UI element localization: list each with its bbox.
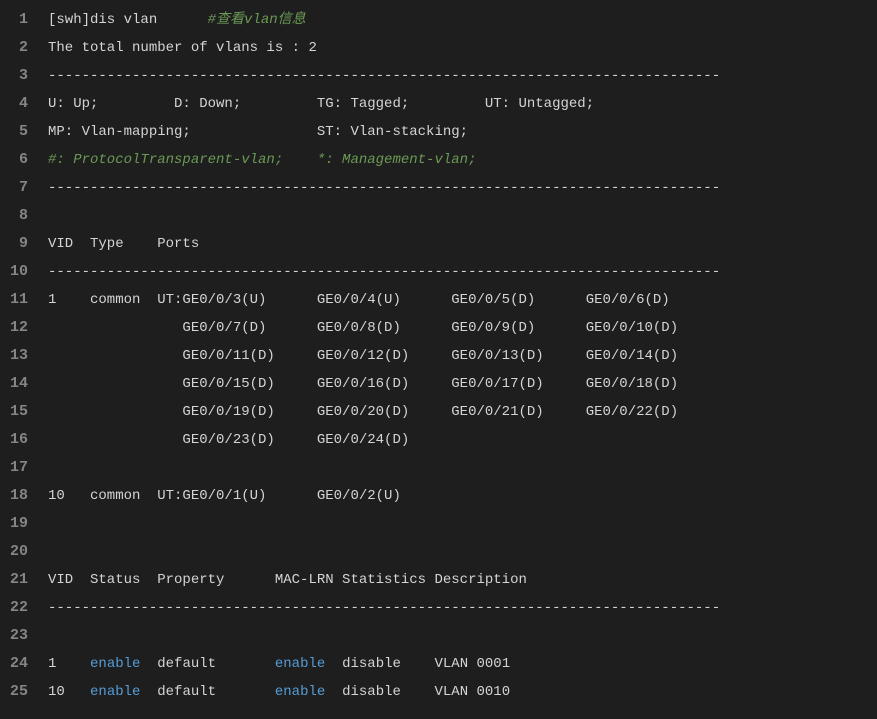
code-segment: VID Status Property MAC-LRN Statistics D… [48,572,527,588]
line-numbers-gutter: 1234567891011121314151617181920212223242… [0,0,40,719]
code-segment: 10 common UT:GE0/0/1(U) GE0/0/2(U) [48,488,401,504]
line-number: 15 [8,398,28,426]
line-number: 25 [8,678,28,706]
line-number: 24 [8,650,28,678]
code-line [40,202,877,230]
line-number: 7 [8,174,28,202]
code-editor: 1234567891011121314151617181920212223242… [0,0,877,719]
line-number: 3 [8,62,28,90]
code-line: [swh]dis vlan #查看vlan信息 [40,6,877,34]
code-line: ----------------------------------------… [40,258,877,286]
code-segment: GE0/0/15(D) GE0/0/16(D) GE0/0/17(D) GE0/… [48,376,678,392]
code-segment: U: Up; D: Down; TG: Tagged; UT: Untagged… [48,96,594,112]
code-line: GE0/0/15(D) GE0/0/16(D) GE0/0/17(D) GE0/… [40,370,877,398]
code-segment: enable [90,656,140,672]
line-number: 20 [8,538,28,566]
line-number: 19 [8,510,28,538]
code-segment: The total number of vlans is : 2 [48,40,317,56]
code-line: ----------------------------------------… [40,594,877,622]
code-segment: GE0/0/23(D) GE0/0/24(D) [48,432,409,448]
line-number: 5 [8,118,28,146]
code-line: VID Type Ports [40,230,877,258]
code-segment: default [140,684,274,700]
line-number: 2 [8,34,28,62]
code-segment: disable VLAN 0001 [325,656,510,672]
code-line: 10 common UT:GE0/0/1(U) GE0/0/2(U) [40,482,877,510]
code-segment: 1 [48,656,90,672]
line-number: 14 [8,370,28,398]
code-segment: enable [275,684,325,700]
code-line: GE0/0/11(D) GE0/0/12(D) GE0/0/13(D) GE0/… [40,342,877,370]
code-line: 1 enable default enable disable VLAN 000… [40,650,877,678]
code-area[interactable]: [swh]dis vlan #查看vlan信息 The total number … [40,0,877,719]
code-segment: default [140,656,274,672]
line-number: 11 [8,286,28,314]
code-segment: GE0/0/11(D) GE0/0/12(D) GE0/0/13(D) GE0/… [48,348,678,364]
line-number: 12 [8,314,28,342]
code-segment: MP: Vlan-mapping; ST: Vlan-stacking; [48,124,468,140]
code-line [40,454,877,482]
line-number: 17 [8,454,28,482]
line-number: 10 [8,258,28,286]
code-line: The total number of vlans is : 2 [40,34,877,62]
code-segment: ----------------------------------------… [48,264,720,280]
code-segment: enable [90,684,140,700]
code-segment: #查看vlan信息 [208,12,306,28]
code-segment: ----------------------------------------… [48,68,720,84]
code-segment: GE0/0/19(D) GE0/0/20(D) GE0/0/21(D) GE0/… [48,404,678,420]
line-number: 18 [8,482,28,510]
code-line: #: ProtocolTransparent-vlan; *: Manageme… [40,146,877,174]
code-segment: enable [275,656,325,672]
code-line: 1 common UT:GE0/0/3(U) GE0/0/4(U) GE0/0/… [40,286,877,314]
code-line [40,510,877,538]
line-number: 13 [8,342,28,370]
code-line: ----------------------------------------… [40,62,877,90]
code-line: MP: Vlan-mapping; ST: Vlan-stacking; [40,118,877,146]
code-segment: disable VLAN 0010 [325,684,510,700]
code-line: 10 enable default enable disable VLAN 00… [40,678,877,706]
code-line: VID Status Property MAC-LRN Statistics D… [40,566,877,594]
code-segment: #: ProtocolTransparent-vlan; *: Manageme… [48,152,476,168]
code-line: ----------------------------------------… [40,174,877,202]
code-segment: [swh]dis vlan [48,12,208,28]
code-line: GE0/0/23(D) GE0/0/24(D) [40,426,877,454]
code-segment: ----------------------------------------… [48,180,720,196]
code-segment: ----------------------------------------… [48,600,720,616]
line-number: 23 [8,622,28,650]
line-number: 21 [8,566,28,594]
line-number: 8 [8,202,28,230]
line-number: 4 [8,90,28,118]
code-segment: VID Type Ports [48,236,199,252]
code-line [40,538,877,566]
line-number: 6 [8,146,28,174]
code-line: GE0/0/19(D) GE0/0/20(D) GE0/0/21(D) GE0/… [40,398,877,426]
line-number: 1 [8,6,28,34]
code-segment: 1 common UT:GE0/0/3(U) GE0/0/4(U) GE0/0/… [48,292,670,308]
line-number: 16 [8,426,28,454]
code-line: U: Up; D: Down; TG: Tagged; UT: Untagged… [40,90,877,118]
code-line [40,622,877,650]
code-segment: 10 [48,684,90,700]
line-number: 22 [8,594,28,622]
line-number: 9 [8,230,28,258]
code-line: GE0/0/7(D) GE0/0/8(D) GE0/0/9(D) GE0/0/1… [40,314,877,342]
code-segment: GE0/0/7(D) GE0/0/8(D) GE0/0/9(D) GE0/0/1… [48,320,678,336]
